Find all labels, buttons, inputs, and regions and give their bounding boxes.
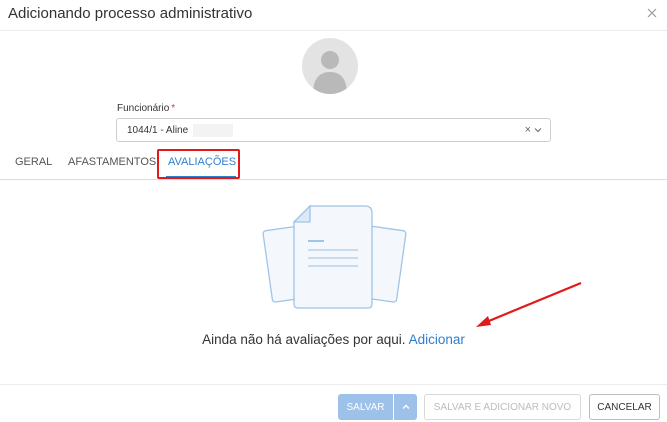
close-icon[interactable] bbox=[645, 6, 659, 20]
avatar[interactable] bbox=[302, 38, 358, 94]
employee-field-label: Funcionário * bbox=[117, 103, 175, 114]
tab-afastamentos[interactable]: AFASTAMENTOS bbox=[68, 156, 156, 168]
modal-title: Adicionando processo administrativo bbox=[8, 5, 253, 22]
redacted-name-block bbox=[193, 124, 233, 137]
add-evaluation-link[interactable]: Adicionar bbox=[409, 332, 465, 347]
empty-state-message: Ainda não há avaliações por aqui. Adicio… bbox=[0, 332, 667, 347]
save-button[interactable]: SALVAR bbox=[338, 394, 393, 420]
tab-bar: GERAL AFASTAMENTOS AVALIAÇÕES bbox=[0, 150, 667, 180]
cancel-button[interactable]: CANCELAR bbox=[589, 394, 660, 420]
user-placeholder-icon bbox=[313, 51, 347, 94]
employee-label-text: Funcionário bbox=[117, 103, 170, 114]
annotation-arrow bbox=[476, 281, 582, 327]
employee-select[interactable]: 1044/1 - Aline × bbox=[116, 118, 551, 142]
required-mark: * bbox=[171, 103, 176, 114]
chevron-down-icon[interactable] bbox=[533, 125, 543, 135]
save-options-button[interactable] bbox=[394, 394, 417, 420]
empty-state-text: Ainda não há avaliações por aqui. bbox=[202, 332, 406, 347]
empty-documents-illustration bbox=[262, 204, 407, 309]
clear-selection-icon[interactable]: × bbox=[525, 125, 531, 136]
annotation-highlight-box bbox=[157, 149, 240, 179]
footer-divider bbox=[0, 384, 667, 385]
add-process-modal: Adicionando processo administrativo Func… bbox=[0, 0, 667, 422]
save-and-add-new-button[interactable]: SALVAR E ADICIONAR NOVO bbox=[424, 394, 581, 420]
chevron-up-icon bbox=[402, 404, 409, 409]
modal-header: Adicionando processo administrativo bbox=[0, 0, 667, 31]
tab-geral[interactable]: GERAL bbox=[15, 156, 52, 168]
employee-select-value: 1044/1 - Aline bbox=[127, 125, 189, 136]
